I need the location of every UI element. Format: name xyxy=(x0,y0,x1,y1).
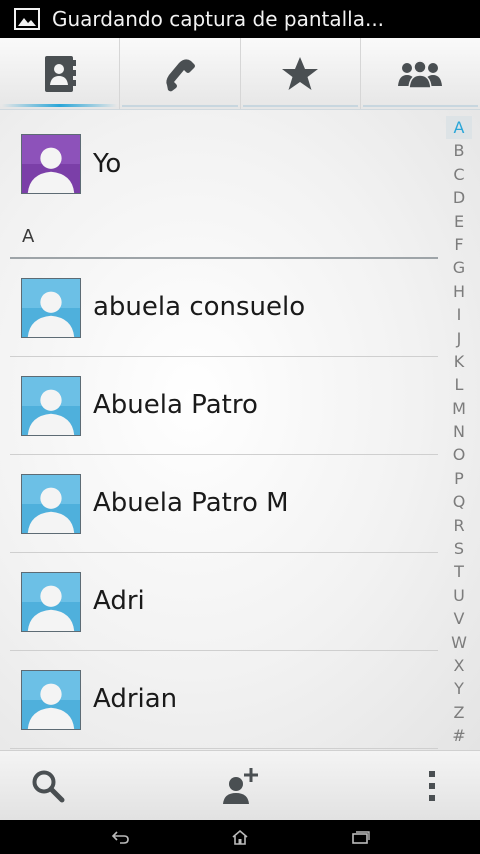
index-letter[interactable]: P xyxy=(446,467,472,490)
tab-groups[interactable] xyxy=(361,38,480,109)
index-letter[interactable]: M xyxy=(446,397,472,420)
index-letter[interactable]: G xyxy=(446,256,472,279)
contact-row[interactable]: Adri xyxy=(0,553,440,651)
home-icon xyxy=(232,829,248,845)
home-button[interactable] xyxy=(225,826,255,848)
contact-avatar xyxy=(21,572,81,632)
index-letter[interactable]: J xyxy=(446,327,472,350)
index-letter[interactable]: R xyxy=(446,514,472,537)
tab-bar xyxy=(0,38,480,110)
index-letter[interactable]: # xyxy=(446,724,472,747)
section-header: A xyxy=(22,226,35,247)
star-icon xyxy=(282,56,319,90)
phone-icon xyxy=(166,58,195,91)
index-letter[interactable]: S xyxy=(446,537,472,560)
tab-contacts[interactable] xyxy=(0,38,121,109)
contact-name: Adrian xyxy=(93,684,178,714)
overflow-menu-icon xyxy=(429,771,435,801)
my-profile-row[interactable]: Yo xyxy=(0,116,440,216)
index-letter[interactable]: K xyxy=(446,350,472,373)
index-letter[interactable]: E xyxy=(446,210,472,233)
alphabet-index[interactable]: A B C D E F G H I J K L M N O P Q R S T U V W X Y Z # xyxy=(446,116,472,748)
index-letter[interactable]: H xyxy=(446,280,472,303)
contact-name: Abuela Patro M xyxy=(93,488,289,518)
contact-avatar xyxy=(21,376,81,436)
back-icon xyxy=(111,831,129,844)
recent-apps-button[interactable] xyxy=(346,826,376,848)
contacts-book-icon xyxy=(44,55,76,92)
row-divider xyxy=(10,748,438,749)
index-letter[interactable]: X xyxy=(446,654,472,677)
add-contact-icon xyxy=(223,768,258,804)
person-icon xyxy=(22,475,80,533)
index-letter[interactable]: D xyxy=(446,186,472,209)
index-letter[interactable]: N xyxy=(446,420,472,443)
my-name: Yo xyxy=(93,149,122,179)
contact-avatar xyxy=(21,670,81,730)
tab-active-indicator xyxy=(2,104,118,107)
contact-row[interactable]: abuela consuelo xyxy=(0,259,440,357)
tab-favorites[interactable] xyxy=(241,38,361,109)
index-letter[interactable]: I xyxy=(446,303,472,326)
my-avatar xyxy=(21,134,81,194)
index-letter[interactable]: B xyxy=(446,139,472,162)
contact-row[interactable]: Abuela Patro M xyxy=(0,455,440,553)
index-letter[interactable]: T xyxy=(446,560,472,583)
contacts-list[interactable]: Yo A abuela consuelo Abuela Patro Abuela… xyxy=(0,110,480,750)
search-button[interactable] xyxy=(18,751,78,821)
contact-name: abuela consuelo xyxy=(93,292,306,322)
search-icon xyxy=(32,770,65,803)
back-button[interactable] xyxy=(106,826,136,848)
status-bar: Guardando captura de pantalla... xyxy=(0,0,480,38)
index-letter[interactable]: Y xyxy=(446,677,472,700)
contact-name: Adri xyxy=(93,586,145,616)
index-letter[interactable]: F xyxy=(446,233,472,256)
person-icon xyxy=(22,135,80,193)
index-letter[interactable]: Z xyxy=(446,701,472,724)
overflow-menu-button[interactable] xyxy=(410,751,454,821)
person-icon xyxy=(22,573,80,631)
person-icon xyxy=(22,377,80,435)
image-icon xyxy=(14,8,40,30)
action-bar xyxy=(0,750,480,820)
index-letter[interactable]: A xyxy=(446,116,472,140)
add-contact-button[interactable] xyxy=(208,751,272,821)
status-notification-text: Guardando captura de pantalla... xyxy=(52,7,385,31)
index-letter[interactable]: L xyxy=(446,373,472,396)
contact-avatar xyxy=(21,474,81,534)
tab-phone[interactable] xyxy=(120,38,241,109)
index-letter[interactable]: U xyxy=(446,584,472,607)
person-icon xyxy=(22,279,80,337)
index-letter[interactable]: O xyxy=(446,443,472,466)
groups-icon xyxy=(398,59,443,89)
index-letter[interactable]: C xyxy=(446,163,472,186)
contact-name: Abuela Patro xyxy=(93,390,258,420)
index-letter[interactable]: Q xyxy=(446,490,472,513)
index-letter[interactable]: W xyxy=(446,631,472,654)
index-letter[interactable]: V xyxy=(446,607,472,630)
navigation-bar xyxy=(0,820,480,854)
person-icon xyxy=(22,671,80,729)
recent-apps-icon xyxy=(352,831,370,844)
contact-row[interactable]: Adrian xyxy=(0,651,440,749)
contact-avatar xyxy=(21,278,81,338)
contact-row[interactable]: Abuela Patro xyxy=(0,357,440,455)
